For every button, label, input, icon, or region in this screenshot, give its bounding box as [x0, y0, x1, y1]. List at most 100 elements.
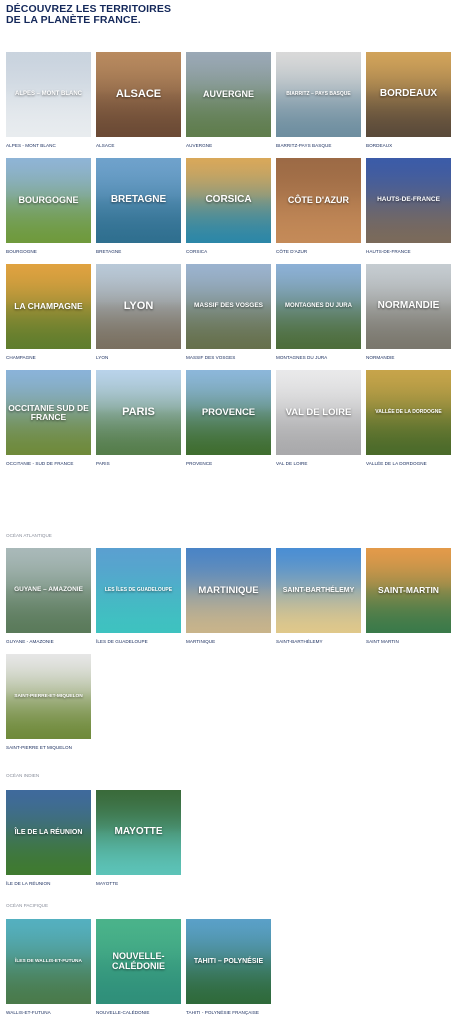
- territory-caption[interactable]: Saint-Pierre et Miquelon: [6, 745, 91, 757]
- territory-card[interactable]: Auvergne Auvergne: [186, 52, 271, 155]
- territory-card[interactable]: Saint-Pierre-et-Miquelon Saint-Pierre et …: [6, 654, 91, 757]
- territory-thumbnail[interactable]: Val de Loire: [276, 370, 361, 455]
- territory-caption[interactable]: Saint Martin: [366, 639, 451, 651]
- territory-card[interactable]: Bourgogne Bourgogne: [6, 158, 91, 261]
- territory-card[interactable]: Côte d'Azur Côte d'Azur: [276, 158, 361, 261]
- territory-card[interactable]: Val de Loire Val de Loire: [276, 370, 361, 473]
- territory-caption[interactable]: Paris: [96, 461, 181, 473]
- territory-card[interactable]: Bordeaux Bordeaux: [366, 52, 451, 155]
- territory-caption[interactable]: Bordeaux: [366, 143, 451, 155]
- territory-caption[interactable]: Biarritz-Pays Basque: [276, 143, 361, 155]
- territory-thumbnail[interactable]: Occitanie Sud de France: [6, 370, 91, 455]
- territory-thumbnail[interactable]: Alpes – Mont Blanc: [6, 52, 91, 137]
- territory-card[interactable]: La Champagne Champagne: [6, 264, 91, 367]
- territory-caption[interactable]: Bretagne: [96, 249, 181, 261]
- territory-thumbnail[interactable]: Îles de Wallis-et-Futuna: [6, 919, 91, 1004]
- territory-thumbnail[interactable]: Bretagne: [96, 158, 181, 243]
- territory-card[interactable]: Alpes – Mont Blanc Alpes - Mont Blanc: [6, 52, 91, 155]
- territory-thumbnail[interactable]: Guyane – Amazonie: [6, 548, 91, 633]
- territory-thumbnail[interactable]: Saint-Barthélemy: [276, 548, 361, 633]
- territory-caption[interactable]: Corsica: [186, 249, 271, 261]
- territory-caption[interactable]: Saint-Barthélemy: [276, 639, 361, 651]
- territory-caption[interactable]: Champagne: [6, 355, 91, 367]
- territory-thumbnail[interactable]: Hauts-de-France: [366, 158, 451, 243]
- territory-thumbnail[interactable]: Saint-Pierre-et-Miquelon: [6, 654, 91, 739]
- territory-card[interactable]: Paris Paris: [96, 370, 181, 473]
- territory-caption[interactable]: Vallée de la Dordogne: [366, 461, 451, 473]
- territory-thumbnail[interactable]: Montagnes du Jura: [276, 264, 361, 349]
- territory-caption[interactable]: Nouvelle-Calédonie: [96, 1010, 181, 1022]
- territory-thumbnail[interactable]: Auvergne: [186, 52, 271, 137]
- territory-card[interactable]: Occitanie Sud de France Occitanie - Sud d…: [6, 370, 91, 473]
- territory-caption[interactable]: Côte d'Azur: [276, 249, 361, 261]
- territory-caption[interactable]: Île de La Réunion: [6, 881, 91, 893]
- thumbnail-overlay-label: Bordeaux: [379, 88, 438, 100]
- territory-thumbnail[interactable]: Nouvelle-Calédonie: [96, 919, 181, 1004]
- territory-thumbnail[interactable]: La Champagne: [6, 264, 91, 349]
- territory-card[interactable]: Massif des Vosges Massif des Vosges: [186, 264, 271, 367]
- territory-card[interactable]: Martinique Martinique: [186, 548, 271, 651]
- territory-card[interactable]: Îles de Wallis-et-Futuna Wallis-et-Futuna: [6, 919, 91, 1022]
- territory-card[interactable]: Hauts-de-France Hauts-de-France: [366, 158, 451, 261]
- territory-card[interactable]: Lyon Lyon: [96, 264, 181, 367]
- territory-card[interactable]: Mayotte Mayotte: [96, 790, 181, 893]
- territory-caption[interactable]: Val de Loire: [276, 461, 361, 473]
- territory-card[interactable]: Biarritz – Pays Basque Biarritz-Pays Basq…: [276, 52, 361, 155]
- territory-caption[interactable]: Martinique: [186, 639, 271, 651]
- territory-thumbnail[interactable]: Mayotte: [96, 790, 181, 875]
- territory-caption[interactable]: Massif des Vosges: [186, 355, 271, 367]
- territory-caption[interactable]: Alpes - Mont Blanc: [6, 143, 91, 155]
- territory-thumbnail[interactable]: Alsace: [96, 52, 181, 137]
- territory-thumbnail[interactable]: Paris: [96, 370, 181, 455]
- territory-thumbnail[interactable]: Vallée de la Dordogne: [366, 370, 451, 455]
- thumbnail-landscape: [6, 692, 91, 739]
- title-line-2: de la planète France.: [6, 14, 141, 26]
- territory-thumbnail[interactable]: Martinique: [186, 548, 271, 633]
- territory-thumbnail[interactable]: Côte d'Azur: [276, 158, 361, 243]
- territory-caption[interactable]: Montagnes du Jura: [276, 355, 361, 367]
- territory-caption[interactable]: Provence: [186, 461, 271, 473]
- territory-thumbnail[interactable]: Lyon: [96, 264, 181, 349]
- territory-caption[interactable]: Mayotte: [96, 881, 181, 893]
- territory-card[interactable]: Bretagne Bretagne: [96, 158, 181, 261]
- territory-card[interactable]: Guyane – Amazonie Guyane - Amazonie: [6, 548, 91, 651]
- territory-thumbnail[interactable]: Corsica: [186, 158, 271, 243]
- territory-thumbnail[interactable]: Bourgogne: [6, 158, 91, 243]
- territory-caption[interactable]: Auvergne: [186, 143, 271, 155]
- territory-card[interactable]: Vallée de la Dordogne Vallée de la Dordog…: [366, 370, 451, 473]
- thumbnail-overlay-label: Auvergne: [202, 88, 254, 99]
- territory-thumbnail[interactable]: Biarritz – Pays Basque: [276, 52, 361, 137]
- territory-thumbnail[interactable]: Bordeaux: [366, 52, 451, 137]
- territory-caption[interactable]: Normandie: [366, 355, 451, 367]
- territory-thumbnail[interactable]: Saint-Martin: [366, 548, 451, 633]
- territory-caption[interactable]: Îles de Guadeloupe: [96, 639, 181, 651]
- territory-caption[interactable]: Alsace: [96, 143, 181, 155]
- territory-card[interactable]: Alsace Alsace: [96, 52, 181, 155]
- territory-caption[interactable]: Occitanie - Sud de France: [6, 461, 91, 473]
- territory-card[interactable]: Tahiti – Polynésie Tahiti - Polynésie fra…: [186, 919, 271, 1022]
- thumbnail-sky: [366, 158, 451, 201]
- territory-card[interactable]: Montagnes du Jura Montagnes du Jura: [276, 264, 361, 367]
- territory-thumbnail[interactable]: Île de La Réunion: [6, 790, 91, 875]
- territory-thumbnail[interactable]: Provence: [186, 370, 271, 455]
- territory-caption[interactable]: Tahiti - Polynésie française: [186, 1010, 271, 1022]
- territory-card[interactable]: Saint-Martin Saint Martin: [366, 548, 451, 651]
- territory-caption[interactable]: Bourgogne: [6, 249, 91, 261]
- territory-caption[interactable]: Lyon: [96, 355, 181, 367]
- territory-card[interactable]: Les Îles de Guadeloupe Îles de Guadeloupe: [96, 548, 181, 651]
- territory-card[interactable]: Provence Provence: [186, 370, 271, 473]
- territory-caption[interactable]: Guyane - Amazonie: [6, 639, 91, 651]
- territory-thumbnail[interactable]: Normandie: [366, 264, 451, 349]
- territory-card[interactable]: Île de La Réunion Île de La Réunion: [6, 790, 91, 893]
- territory-thumbnail[interactable]: Tahiti – Polynésie: [186, 919, 271, 1004]
- territory-caption[interactable]: Wallis-et-Futuna: [6, 1010, 91, 1022]
- territory-card[interactable]: Corsica Corsica: [186, 158, 271, 261]
- territory-thumbnail[interactable]: Les Îles de Guadeloupe: [96, 548, 181, 633]
- territory-thumbnail[interactable]: Massif des Vosges: [186, 264, 271, 349]
- territory-card[interactable]: Nouvelle-Calédonie Nouvelle-Calédonie: [96, 919, 181, 1022]
- territory-card[interactable]: Normandie Normandie: [366, 264, 451, 367]
- thumbnail-overlay-label: Côte d'Azur: [287, 194, 350, 205]
- territory-caption[interactable]: Hauts-de-France: [366, 249, 451, 261]
- thumbnail-overlay-label: Biarritz – Pays Basque: [286, 90, 351, 97]
- territory-card[interactable]: Saint-Barthélemy Saint-Barthélemy: [276, 548, 361, 651]
